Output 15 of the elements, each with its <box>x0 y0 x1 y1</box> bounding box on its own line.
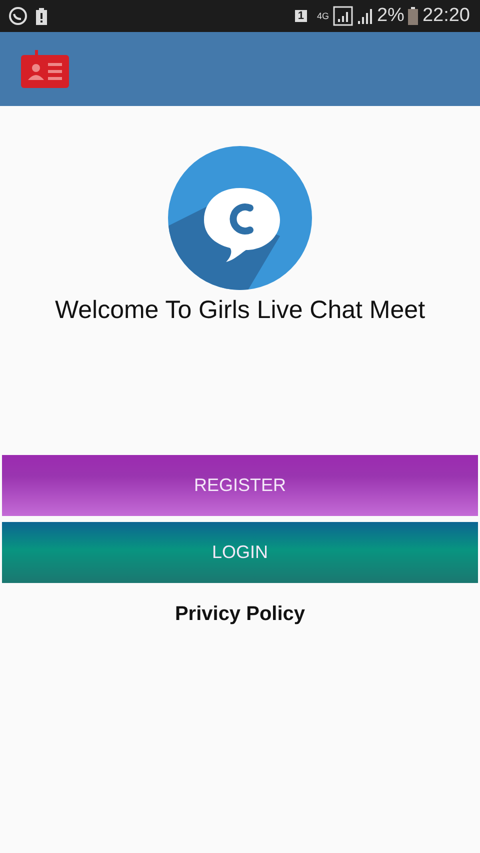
signal-icon <box>356 7 373 25</box>
id-card-icon[interactable] <box>21 50 69 88</box>
battery-icon <box>408 7 418 25</box>
battery-percent: 2% <box>376 5 404 27</box>
signal-icon <box>332 6 353 26</box>
clock: 22:20 <box>422 5 470 27</box>
network-type: 4G <box>316 12 329 20</box>
sim-slot-badge: 1 <box>294 10 307 22</box>
alert-battery-icon <box>36 8 47 24</box>
chat-bubble-icon <box>8 6 28 26</box>
welcome-title: Welcome To Girls Live Chat Meet <box>54 296 426 325</box>
chat-logo-icon <box>168 146 312 290</box>
privacy-policy-link[interactable]: Privicy Policy <box>174 603 306 626</box>
register-button[interactable]: REGISTER <box>2 455 478 516</box>
login-button[interactable]: LOGIN <box>2 522 478 583</box>
